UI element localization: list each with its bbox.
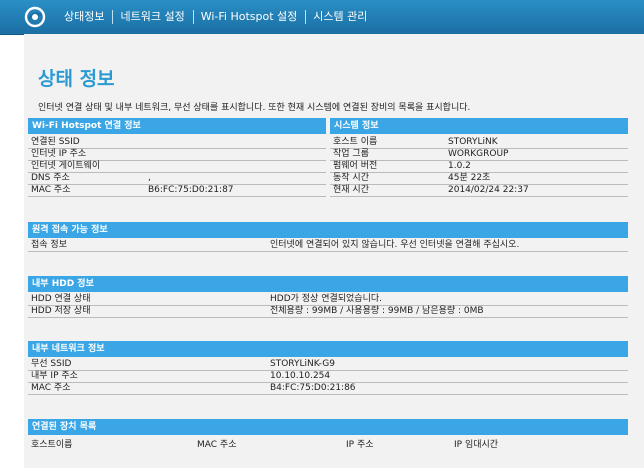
row-label: HDD 저장 상태 <box>31 306 91 316</box>
row-value: 2014/02/24 22:37 <box>448 185 529 195</box>
row-value: , <box>148 173 151 183</box>
main-nav: 상태정보 네트워크 설정 Wi-Fi Hotspot 설정 시스템 관리 <box>56 0 375 34</box>
row-label: 접속 정보 <box>31 240 67 250</box>
column-header-mac: MAC 주소 <box>197 440 237 450</box>
wifi-mac-row: MAC 주소 B6:FC:75:D0:21:87 <box>28 185 326 197</box>
remote-access-row: 접속 정보 인터넷에 연결되어 있지 않습니다. 우선 인터넷을 연결해 주십시… <box>28 240 628 252</box>
system-firmware-row: 펌웨어 버전 1.0.2 <box>330 161 628 173</box>
row-value: 전체용량 : 99MB / 사용용량 : 99MB / 남은용량 : 0MB <box>270 306 484 316</box>
system-current-time-row: 현재 시간 2014/02/24 22:37 <box>330 185 628 197</box>
system-workgroup-row: 작업 그룹 WORKGROUP <box>330 149 628 161</box>
row-label: 내부 IP 주소 <box>31 371 78 381</box>
row-label: 인터넷 IP 주소 <box>31 149 87 159</box>
system-info-section-header: 시스템 정보 <box>330 118 628 134</box>
nav-item-network-settings[interactable]: 네트워크 설정 <box>112 0 192 34</box>
row-value: 10.10.10.254 <box>270 371 331 381</box>
top-navigation-bar: 상태정보 네트워크 설정 Wi-Fi Hotspot 설정 시스템 관리 <box>0 0 644 35</box>
column-header-lease-time: IP 임대시간 <box>454 440 499 450</box>
row-value: 45분 22초 <box>448 173 491 183</box>
row-value: 인터넷에 연결되어 있지 않습니다. 우선 인터넷을 연결해 주십시오. <box>270 240 520 250</box>
column-header-ip: IP 주소 <box>346 440 374 450</box>
row-label: MAC 주소 <box>31 383 71 393</box>
system-uptime-row: 동작 시간 45분 22초 <box>330 173 628 185</box>
hdd-section-header: 내부 HDD 정보 <box>28 276 628 292</box>
nav-item-wifi-hotspot-settings[interactable]: Wi-Fi Hotspot 설정 <box>192 0 306 34</box>
row-label: 인터넷 게이트웨이 <box>31 161 101 171</box>
row-label: 동작 시간 <box>333 173 369 183</box>
content-panel: 상태 정보 인터넷 연결 상태 및 내부 네트워크, 무선 상태를 표시합니다.… <box>24 34 644 468</box>
system-hostname-row: 호스트 이름 STORYLiNK <box>330 137 628 149</box>
hdd-storage-row: HDD 저장 상태 전체용량 : 99MB / 사용용량 : 99MB / 남은… <box>28 306 628 318</box>
row-value: 1.0.2 <box>448 161 471 171</box>
wifi-dns-row: DNS 주소 , <box>28 173 326 185</box>
row-value: HDD가 정상 연결되었습니다. <box>270 294 383 304</box>
row-value: B6:FC:75:D0:21:87 <box>148 185 234 195</box>
nav-item-system-management[interactable]: 시스템 관리 <box>305 0 375 34</box>
row-value: B4:FC:75:D0:21:86 <box>270 383 356 393</box>
internal-mac-row: MAC 주소 B4:FC:75:D0:21:86 <box>28 383 628 395</box>
page-description: 인터넷 연결 상태 및 내부 네트워크, 무선 상태를 표시합니다. 또한 현재… <box>38 103 471 113</box>
connected-devices-section-header: 연결된 장치 목록 <box>28 419 628 435</box>
internal-network-section-header: 내부 네트워크 정보 <box>28 341 628 357</box>
wifi-gateway-row: 인터넷 게이트웨이 <box>28 161 326 173</box>
row-label: 작업 그룹 <box>333 149 369 159</box>
row-label: 연결된 SSID <box>31 137 80 147</box>
wifi-ssid-row: 연결된 SSID <box>28 137 326 149</box>
row-label: 펌웨어 버전 <box>333 161 378 171</box>
row-label: 현재 시간 <box>333 185 369 195</box>
logo-icon <box>24 6 46 28</box>
column-header-hostname: 호스트이름 <box>31 440 73 450</box>
row-label: 무선 SSID <box>31 359 72 369</box>
internal-ssid-row: 무선 SSID STORYLiNK-G9 <box>28 359 628 371</box>
nav-item-status[interactable]: 상태정보 <box>56 0 112 34</box>
row-label: MAC 주소 <box>31 185 71 195</box>
hdd-connection-row: HDD 연결 상태 HDD가 정상 연결되었습니다. <box>28 294 628 306</box>
page-title: 상태 정보 <box>38 68 115 90</box>
wifi-internet-ip-row: 인터넷 IP 주소 <box>28 149 326 161</box>
internal-ip-row: 내부 IP 주소 10.10.10.254 <box>28 371 628 383</box>
row-value: STORYLiNK-G9 <box>270 359 335 369</box>
row-value: WORKGROUP <box>448 149 509 159</box>
row-label: HDD 연결 상태 <box>31 294 91 304</box>
remote-access-section-header: 원격 접속 가능 정보 <box>28 222 628 238</box>
row-value: STORYLiNK <box>448 137 498 147</box>
row-label: DNS 주소 <box>31 173 70 183</box>
wifi-hotspot-section-header: Wi-Fi Hotspot 연결 정보 <box>28 118 326 134</box>
row-label: 호스트 이름 <box>333 137 378 147</box>
